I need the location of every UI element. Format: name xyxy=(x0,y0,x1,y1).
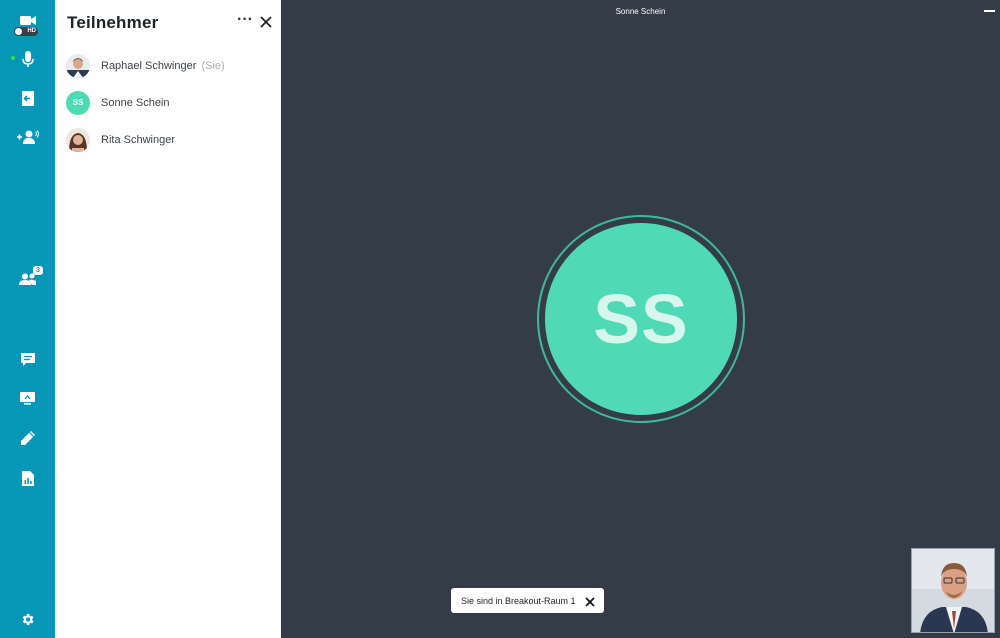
participants-count-badge: 3 xyxy=(33,266,43,275)
dismiss-notification-button[interactable] xyxy=(584,595,596,607)
whiteboard-button[interactable] xyxy=(0,423,55,453)
speaker-name: Sonne Schein xyxy=(615,7,666,16)
close-panel-button[interactable] xyxy=(258,14,274,30)
avatar xyxy=(66,128,90,152)
speaker-avatar: SS xyxy=(545,223,737,415)
settings-gear-icon xyxy=(22,613,34,625)
self-indicator: (Sie) xyxy=(201,60,225,72)
left-toolbar: HD 3 xyxy=(0,0,55,638)
participant-name-text: Raphael Schwinger xyxy=(101,60,197,72)
panel-title: Teilnehmer xyxy=(67,13,159,32)
settings-button[interactable] xyxy=(0,604,55,634)
screen-share-icon xyxy=(20,391,35,405)
avatar xyxy=(66,54,90,78)
participants-icon xyxy=(18,273,36,285)
participant-row-raphael[interactable]: Raphael Schwinger (Sie) xyxy=(55,48,281,84)
participant-name: Rita Schwinger xyxy=(101,134,175,146)
whiteboard-pen-icon xyxy=(20,431,35,445)
participant-row-rita[interactable]: Rita Schwinger xyxy=(55,122,281,158)
speaker-initials: SS xyxy=(593,280,689,358)
self-video-image xyxy=(912,549,994,632)
chat-button[interactable] xyxy=(0,344,55,374)
participant-name: Raphael Schwinger (Sie) xyxy=(101,60,225,72)
close-icon xyxy=(585,597,595,607)
hd-label: HD xyxy=(27,28,36,34)
close-icon xyxy=(260,16,272,28)
participant-name: Sonne Schein xyxy=(101,97,170,109)
breakout-room-notification: Sie sind in Breakout-Raum 1 xyxy=(451,588,604,613)
microphone-button[interactable] xyxy=(0,44,55,74)
more-options-button[interactable]: ··· xyxy=(236,12,254,32)
video-camera-icon xyxy=(19,15,36,25)
avatar: SS xyxy=(66,91,90,115)
document-report-icon xyxy=(21,470,34,486)
participants-button[interactable] xyxy=(0,264,55,294)
toggle-knob xyxy=(15,28,22,35)
hd-toggle[interactable]: HD xyxy=(14,27,38,36)
microphone-icon xyxy=(21,50,34,67)
add-person-icon xyxy=(16,130,39,144)
self-video-preview[interactable] xyxy=(911,548,995,633)
participant-row-sonne[interactable]: SS Sonne Schein xyxy=(55,85,281,121)
minimize-button[interactable] xyxy=(984,5,995,13)
document-report-button[interactable] xyxy=(0,463,55,493)
screen-share-button[interactable] xyxy=(0,383,55,413)
chat-icon xyxy=(20,352,35,366)
participants-panel: Teilnehmer ··· Raphael Schwinger (Sie) S… xyxy=(55,0,281,638)
leave-room-button[interactable] xyxy=(0,83,55,113)
video-stage: Sonne Schein SS Sie sind in Breakout-Rau… xyxy=(281,0,1000,638)
notification-text: Sie sind in Breakout-Raum 1 xyxy=(461,596,576,606)
add-person-button[interactable] xyxy=(0,122,55,152)
leave-room-icon xyxy=(21,90,34,106)
